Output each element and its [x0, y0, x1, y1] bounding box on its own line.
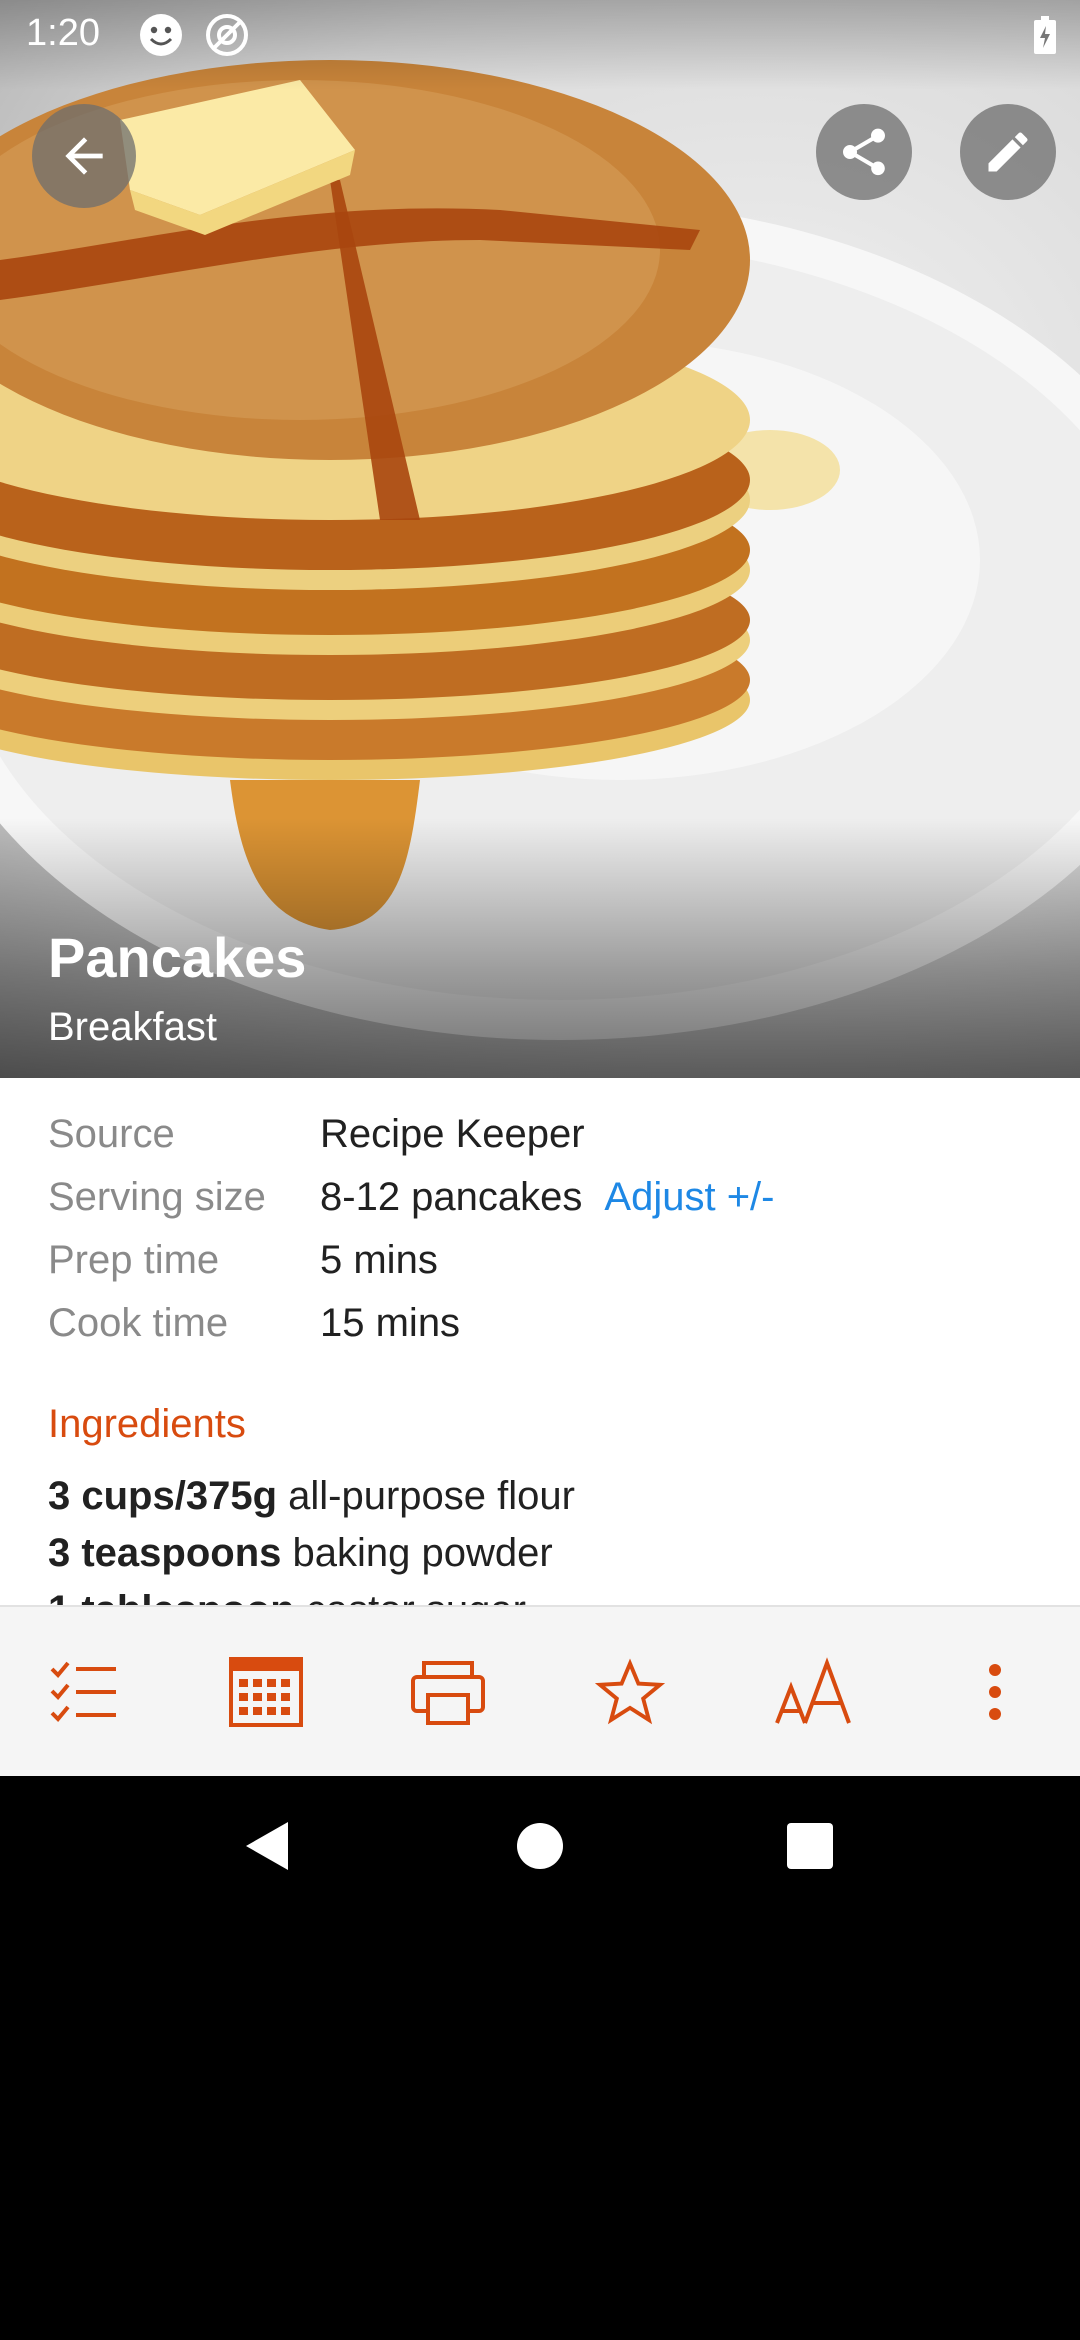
smiley-icon	[140, 14, 182, 56]
more-options-button[interactable]	[952, 1649, 1038, 1735]
prep-value: 5 mins	[320, 1238, 438, 1282]
more-vert-icon	[989, 1664, 1001, 1720]
serving-value-wrap: 8-12 pancakes Adjust +/-	[320, 1175, 774, 1220]
serving-label: Serving size	[48, 1175, 266, 1219]
ingredient-qty: 3 teaspoons	[48, 1531, 282, 1575]
calendar-icon	[229, 1657, 303, 1727]
at-sign-icon	[206, 14, 248, 56]
ingredient-name: all-purpose flour	[277, 1474, 575, 1518]
ingredient-item: 3 teaspoons baking powder	[48, 1531, 553, 1576]
star-icon	[594, 1658, 666, 1725]
share-icon	[843, 128, 885, 176]
recipe-category: Breakfast	[48, 1005, 217, 1049]
recents-square-icon[interactable]	[780, 1816, 840, 1876]
system-nav-bar	[0, 1776, 1080, 1916]
favourite-button[interactable]	[587, 1649, 673, 1735]
recipe-photo: Pancakes Breakfast	[0, 0, 1080, 1078]
ingredient-item: 3 cups/375g all-purpose flour	[48, 1474, 575, 1519]
print-icon	[411, 1661, 485, 1725]
source-label: Source	[48, 1112, 175, 1156]
prep-label: Prep time	[48, 1238, 220, 1282]
font-size-icon	[775, 1657, 851, 1724]
serving-value: 8-12 pancakes	[320, 1175, 583, 1219]
home-circle-icon[interactable]	[510, 1816, 570, 1876]
share-button[interactable]	[816, 104, 912, 200]
checklist-icon	[50, 1661, 116, 1722]
status-time: 1:20	[26, 12, 100, 54]
recipe-title: Pancakes	[48, 926, 307, 989]
back-button[interactable]	[32, 104, 136, 208]
recipe-toolbar	[0, 1605, 1080, 1776]
font-size-button[interactable]	[770, 1649, 856, 1735]
adjust-servings-link[interactable]: Adjust +/-	[604, 1175, 774, 1219]
battery-icon	[1034, 16, 1056, 54]
ingredients-heading: Ingredients	[48, 1402, 246, 1446]
cook-value: 15 mins	[320, 1301, 461, 1345]
recipe-screen: Pancakes Breakfast 1:20 Source Recipe Ke…	[0, 0, 1080, 1776]
back-arrow-icon	[65, 137, 103, 175]
ingredient-qty: 3 cups/375g	[48, 1474, 278, 1518]
status-bar: 1:20	[0, 0, 1080, 70]
edit-pencil-icon	[988, 132, 1028, 172]
back-triangle-icon[interactable]	[238, 1816, 298, 1876]
cook-label: Cook time	[48, 1301, 229, 1345]
source-value: Recipe Keeper	[320, 1112, 585, 1156]
meal-planner-button[interactable]	[223, 1649, 309, 1735]
print-button[interactable]	[405, 1649, 491, 1735]
checklist-button[interactable]	[40, 1649, 126, 1735]
ingredient-name: baking powder	[281, 1531, 553, 1575]
edit-button[interactable]	[960, 104, 1056, 200]
